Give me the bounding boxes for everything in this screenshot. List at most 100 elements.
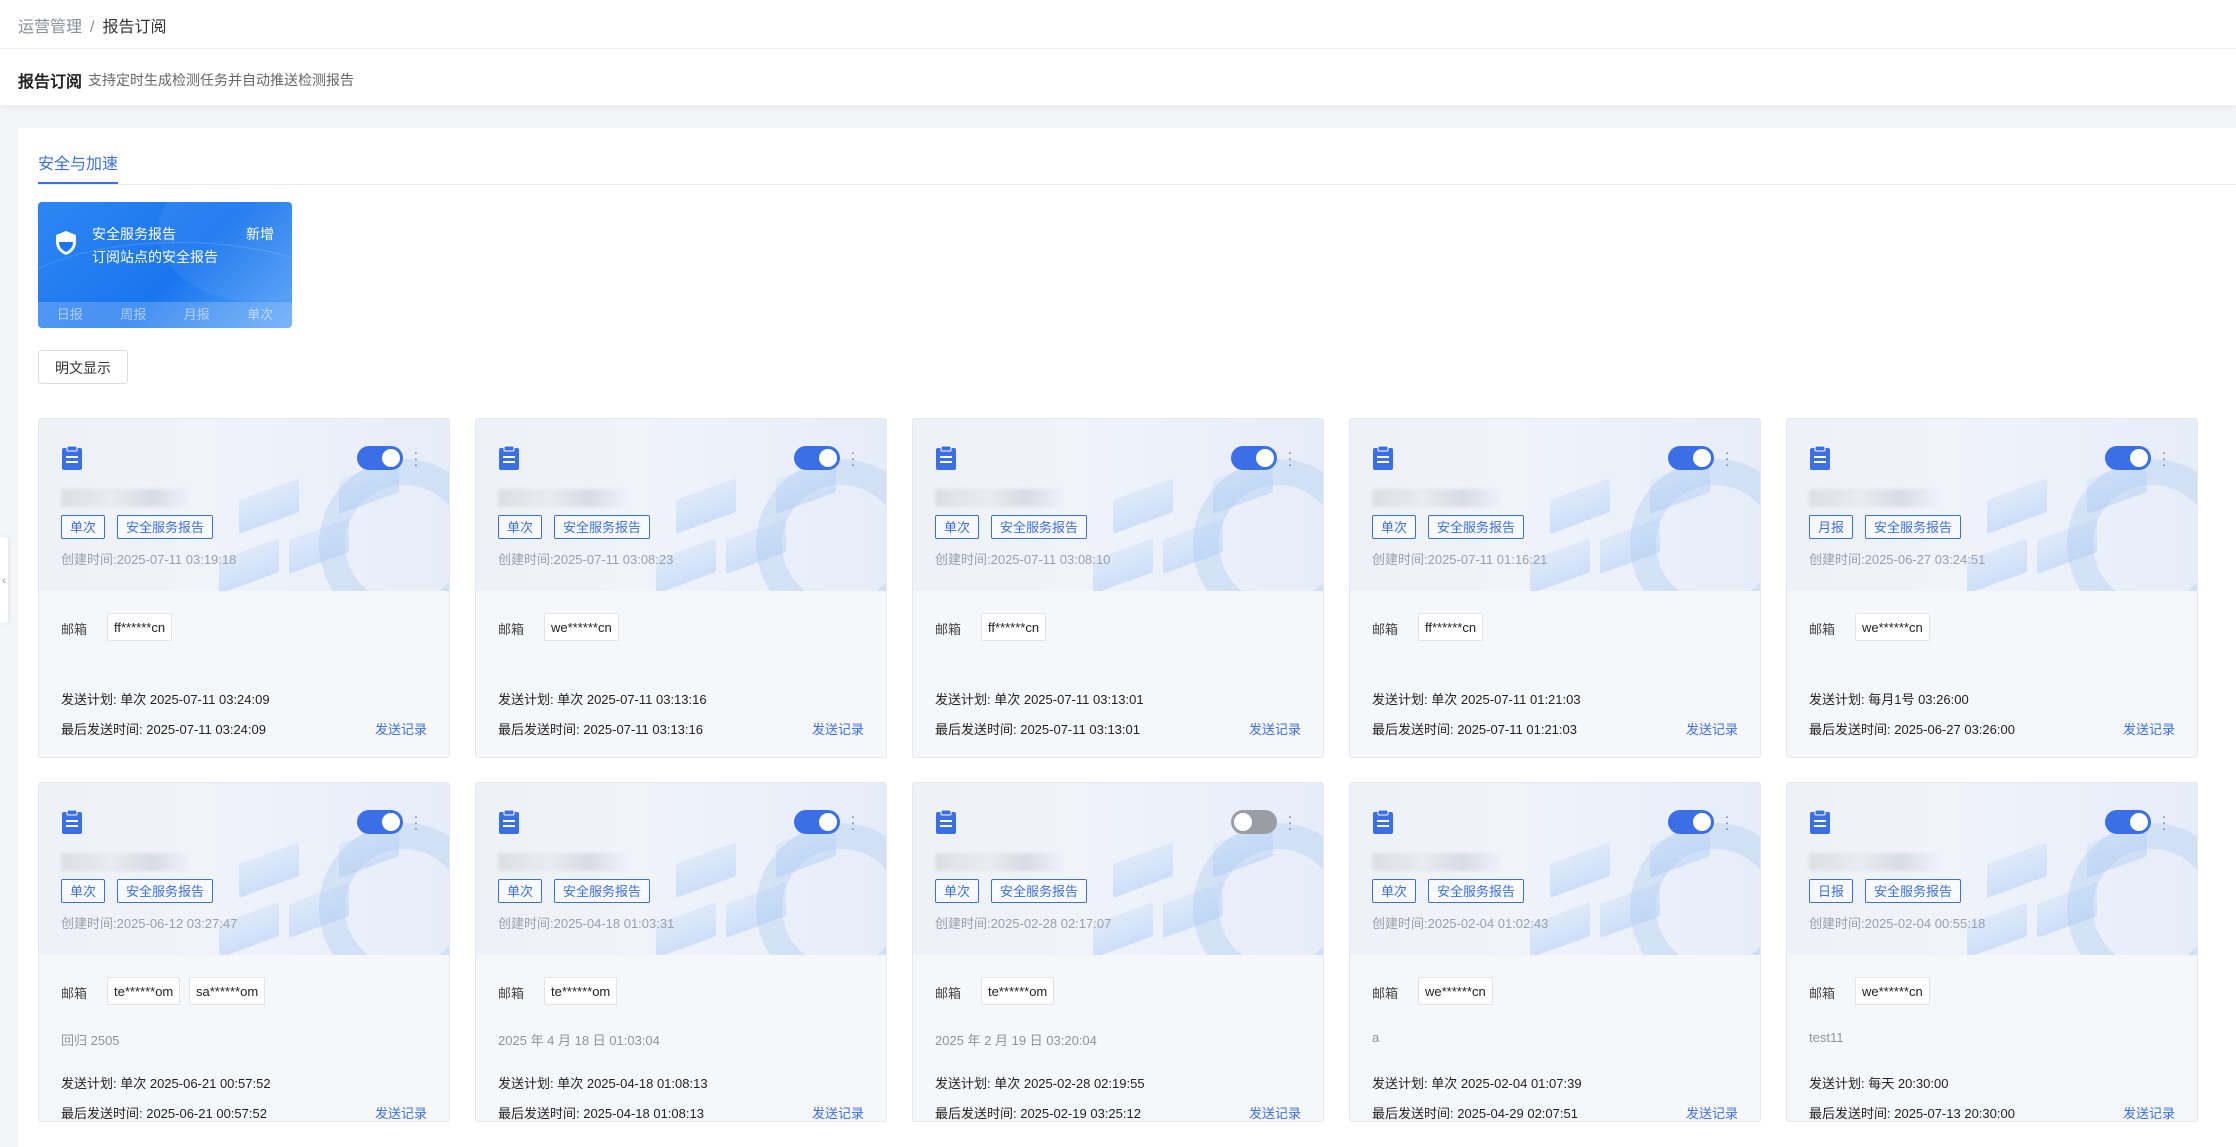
masked-site-name — [1809, 489, 1939, 507]
enable-toggle[interactable] — [794, 446, 840, 470]
last-send-time: 最后发送时间: 2025-06-21 00:57:52 — [61, 1106, 267, 1121]
more-options-icon[interactable]: · · · — [2161, 445, 2167, 471]
enable-toggle[interactable] — [794, 810, 840, 834]
decor-ring — [1630, 459, 1760, 591]
send-plan: 发送计划: 单次 2025-06-21 00:57:52 — [61, 1076, 271, 1091]
report-template-card[interactable]: 安全服务报告 订阅站点的安全报告 新增 日报 周报 月报 单次 — [38, 202, 292, 328]
enable-toggle[interactable] — [2105, 810, 2151, 834]
created-time: 创建时间:2025-07-11 03:19:18 — [61, 552, 237, 567]
send-plan: 发送计划: 单次 2025-07-11 03:13:16 — [498, 692, 707, 707]
enable-toggle[interactable] — [357, 810, 403, 834]
enable-toggle[interactable] — [1231, 446, 1277, 470]
last-send-time: 最后发送时间: 2025-07-13 20:30:00 — [1809, 1106, 2015, 1121]
clipboard-icon — [1373, 809, 1393, 834]
last-send-time: 最后发送时间: 2025-07-11 03:13:01 — [935, 722, 1140, 737]
subscription-card[interactable]: · · · 月报 安全服务报告 创建时间:2025-06-27 03:24:51 邮箱 we*… — [1786, 418, 2198, 758]
send-history-link[interactable]: 发送记录 — [1686, 719, 1738, 738]
subscription-card[interactable]: · · · 单次 安全服务报告 创建时间:2025-02-28 02:17:07 邮箱 te*… — [912, 782, 1324, 1122]
enable-toggle[interactable] — [1668, 810, 1714, 834]
more-options-icon[interactable]: · · · — [850, 445, 856, 471]
tab-security-acceleration[interactable]: 安全与加速 — [38, 150, 119, 184]
send-plan: 发送计划: 每天 20:30:00 — [1809, 1076, 1949, 1091]
decor-block — [1550, 842, 1610, 898]
breadcrumb-separator: / — [90, 19, 95, 36]
clipboard-icon — [62, 809, 82, 834]
created-time: 创建时间:2025-06-12 03:27:47 — [61, 916, 238, 931]
send-plan: 发送计划: 每月1号 03:26:00 — [1809, 692, 1969, 707]
masked-site-name — [498, 853, 628, 871]
send-plan: 发送计划: 单次 2025-02-04 01:07:39 — [1372, 1076, 1582, 1091]
masked-site-name — [1372, 489, 1502, 507]
frequency-tag: 单次 — [498, 879, 543, 903]
email-tag: te******om — [544, 977, 618, 1005]
email-label: 邮箱 — [1372, 986, 1399, 1001]
more-options-icon[interactable]: · · · — [2161, 809, 2167, 835]
more-options-icon[interactable]: · · · — [413, 809, 419, 835]
more-options-icon[interactable]: · · · — [1287, 809, 1293, 835]
send-history-link[interactable]: 发送记录 — [812, 1103, 864, 1121]
more-options-icon[interactable]: · · · — [850, 809, 856, 835]
send-history-link[interactable]: 发送记录 — [1249, 719, 1301, 738]
send-plan: 发送计划: 单次 2025-07-11 01:21:03 — [1372, 692, 1581, 707]
email-label: 邮箱 — [61, 986, 88, 1001]
subscription-card[interactable]: · · · 单次 安全服务报告 创建时间:2025-07-11 03:08:10 邮箱 ff*… — [912, 418, 1324, 758]
top-bar: 运营管理 / 报告订阅 — [0, 0, 2236, 49]
send-history-link[interactable]: 发送记录 — [812, 719, 864, 738]
page-title: 报告订阅 — [18, 74, 83, 91]
email-tag: te******om — [981, 977, 1055, 1005]
frequency-tag: 月报 — [1809, 515, 1854, 539]
breadcrumb-parent[interactable]: 运营管理 — [18, 19, 82, 36]
more-options-icon[interactable]: · · · — [1724, 445, 1730, 471]
send-history-link[interactable]: 发送记录 — [1249, 1103, 1301, 1121]
breadcrumb: 运营管理 / 报告订阅 — [18, 13, 166, 37]
report-type-tag: 安全服务报告 — [117, 515, 214, 539]
plaintext-display-button[interactable]: 明文显示 — [38, 350, 128, 384]
tab-bar: 安全与加速 — [38, 150, 119, 186]
subscription-card[interactable]: · · · 单次 安全服务报告 创建时间:2025-02-04 01:02:43 邮箱 we*… — [1349, 782, 1761, 1122]
enable-toggle[interactable] — [1668, 446, 1714, 470]
email-label: 邮箱 — [61, 622, 88, 637]
subscription-card[interactable]: · · · 单次 安全服务报告 创建时间:2025-07-11 03:19:18 邮箱 ff*… — [38, 418, 450, 758]
clipboard-icon — [499, 809, 519, 834]
remark-text: 2025 年 2 月 19 日 03:20:04 — [935, 1033, 1097, 1048]
email-label: 邮箱 — [935, 986, 962, 1001]
report-type-tag: 安全服务报告 — [1865, 515, 1962, 539]
enable-toggle[interactable] — [2105, 446, 2151, 470]
shield-icon — [56, 231, 76, 255]
freq-weekly: 周报 — [120, 307, 147, 322]
send-history-link[interactable]: 发送记录 — [2123, 719, 2175, 738]
send-history-link[interactable]: 发送记录 — [1686, 1103, 1738, 1121]
clipboard-icon — [1373, 445, 1393, 470]
created-time: 创建时间:2025-02-04 00:55:18 — [1809, 916, 1986, 931]
clipboard-icon — [62, 445, 82, 470]
enable-toggle[interactable] — [357, 446, 403, 470]
send-history-link[interactable]: 发送记录 — [375, 719, 427, 738]
masked-site-name — [1809, 853, 1939, 871]
collapse-sidebar-handle[interactable]: ‹ — [0, 537, 8, 623]
send-history-link[interactable]: 发送记录 — [2123, 1103, 2175, 1121]
frequency-tag: 日报 — [1809, 879, 1854, 903]
page-description: 支持定时生成检测任务并自动推送检测报告 — [88, 72, 354, 88]
frequency-tag: 单次 — [1372, 515, 1417, 539]
subscription-card[interactable]: · · · 单次 安全服务报告 创建时间:2025-04-18 01:03:31 邮箱 te*… — [475, 782, 887, 1122]
last-send-time: 最后发送时间: 2025-06-27 03:26:00 — [1809, 722, 2015, 737]
frequency-tag: 单次 — [61, 879, 106, 903]
send-plan: 发送计划: 单次 2025-04-18 01:08:13 — [498, 1076, 708, 1091]
decor-ring — [2067, 459, 2197, 591]
more-options-icon[interactable]: · · · — [413, 445, 419, 471]
subscription-card[interactable]: · · · 日报 安全服务报告 创建时间:2025-02-04 00:55:18 邮箱 we*… — [1786, 782, 2198, 1122]
more-options-icon[interactable]: · · · — [1724, 809, 1730, 835]
subscription-card[interactable]: · · · 单次 安全服务报告 创建时间:2025-07-11 03:08:23 邮箱 we*… — [475, 418, 887, 758]
subscription-card[interactable]: · · · 单次 安全服务报告 创建时间:2025-07-11 01:16:21 邮箱 ff*… — [1349, 418, 1761, 758]
decor-ring — [1193, 823, 1323, 955]
report-type-tag: 安全服务报告 — [1428, 515, 1525, 539]
email-label: 邮箱 — [498, 986, 525, 1001]
email-tag: we******cn — [1855, 613, 1930, 641]
send-history-link[interactable]: 发送记录 — [375, 1103, 427, 1121]
report-type-tag: 安全服务报告 — [554, 515, 651, 539]
enable-toggle[interactable] — [1231, 810, 1277, 834]
email-label: 邮箱 — [1372, 622, 1399, 637]
subscription-card[interactable]: · · · 单次 安全服务报告 创建时间:2025-06-12 03:27:47 邮箱 te*… — [38, 782, 450, 1122]
more-options-icon[interactable]: · · · — [1287, 445, 1293, 471]
add-subscription-button[interactable]: 新增 — [246, 224, 274, 244]
